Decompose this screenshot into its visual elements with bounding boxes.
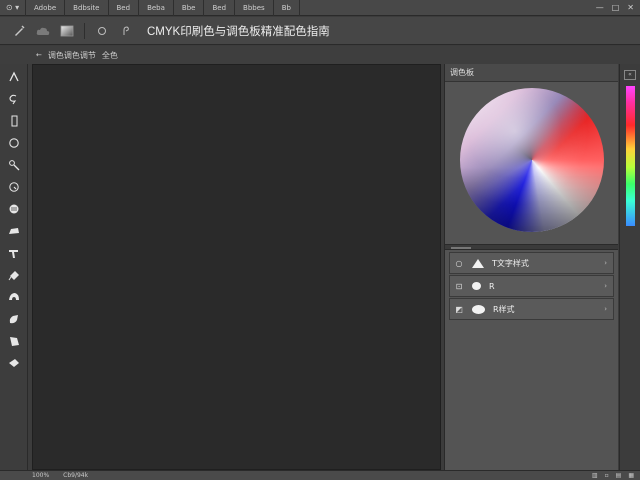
hand-tool-icon[interactable]: [3, 352, 25, 374]
trash-icon[interactable]: ▥: [592, 472, 598, 479]
magic-wand-tool-icon[interactable]: [3, 154, 25, 176]
layer-row[interactable]: ○ T文字样式 ›: [449, 252, 614, 274]
eraser-tool-icon[interactable]: [3, 242, 25, 264]
menu-item-2[interactable]: Bdbsite: [65, 0, 109, 16]
layer-name: R: [489, 281, 495, 291]
menu-item-1[interactable]: Adobe: [26, 0, 66, 16]
marquee-tool-icon[interactable]: [3, 110, 25, 132]
gradient-swatch-icon[interactable]: [60, 24, 74, 38]
settings-icon[interactable]: ▦: [628, 472, 634, 479]
rotate-icon[interactable]: [95, 24, 109, 38]
right-panel: 调色板 ○ T文字样式 › ⊡ R › ◩ R样式 ›: [444, 64, 618, 470]
back-arrow-icon[interactable]: ←: [36, 51, 42, 59]
dot-icon: [472, 282, 481, 290]
document-tab[interactable]: 调色调色调节: [48, 50, 96, 61]
dodge-tool-icon[interactable]: [3, 286, 25, 308]
menu-item-8[interactable]: Bb: [274, 0, 300, 16]
oval-icon: [472, 304, 485, 314]
cloud-icon[interactable]: [36, 24, 50, 38]
color-wheel[interactable]: [459, 88, 604, 232]
link-icon[interactable]: ⊡: [454, 282, 464, 291]
lasso-tool-icon[interactable]: [3, 88, 25, 110]
brush-icon[interactable]: [12, 24, 26, 38]
menu-item-7[interactable]: Bbbes: [235, 0, 274, 16]
menu-item-5[interactable]: Bbe: [174, 0, 205, 16]
chevron-right-icon[interactable]: ›: [604, 259, 607, 267]
menu-bar: ⊙ ▾ Adobe Bdbsite Bed Beba Bbe Bed Bbbes…: [0, 0, 640, 16]
close-button[interactable]: ✕: [627, 3, 634, 12]
folder-icon[interactable]: ▤: [616, 472, 622, 479]
adjust-icon[interactable]: ◩: [454, 305, 464, 314]
document-info: Cb9/94k: [63, 472, 89, 479]
move-tool-icon[interactable]: [3, 66, 25, 88]
visibility-icon[interactable]: ○: [454, 259, 464, 268]
options-bar: CMYK印刷色与调色板精准配色指南: [0, 17, 640, 45]
pen-tool-icon[interactable]: [3, 308, 25, 330]
shape-tool-icon[interactable]: [3, 330, 25, 352]
ellipse-tool-icon[interactable]: [3, 132, 25, 154]
app-menu-button[interactable]: ⊙ ▾: [0, 0, 26, 16]
pen-pressure-icon[interactable]: [119, 24, 133, 38]
status-icons: ▥ ▫ ▤ ▦: [592, 472, 640, 479]
chevron-right-icon[interactable]: ›: [604, 305, 607, 313]
zoom-level[interactable]: 100%: [32, 472, 49, 479]
triangle-icon: [472, 258, 484, 268]
document-canvas[interactable]: [32, 64, 441, 470]
document-tab-mode: 全色: [101, 50, 118, 60]
panel-grip: [451, 247, 471, 249]
chevron-right-icon[interactable]: ›: [604, 282, 607, 290]
minimize-button[interactable]: —: [596, 3, 604, 12]
hue-slider[interactable]: [625, 86, 635, 226]
color-wheel-shade: [459, 88, 604, 232]
color-picker-area: [445, 82, 618, 238]
window-controls: — □ ✕: [596, 3, 640, 12]
new-layer-icon[interactable]: ▫: [605, 472, 609, 479]
layer-row[interactable]: ⊡ R ›: [449, 275, 614, 297]
menu-item-4[interactable]: Beba: [139, 0, 174, 16]
separator: [84, 22, 85, 39]
crop-tool-icon[interactable]: [3, 176, 25, 198]
maximize-button[interactable]: □: [612, 3, 620, 12]
color-panel-title[interactable]: 调色板: [445, 64, 618, 82]
menu-item-3[interactable]: Bed: [109, 0, 140, 16]
layer-row[interactable]: ◩ R样式 ›: [449, 298, 614, 320]
tools-panel: [0, 64, 28, 470]
collapsed-panel-strip: «: [619, 64, 640, 470]
collapse-handle-icon[interactable]: «: [624, 70, 636, 80]
status-bar: 100% Cb9/94k ▥ ▫ ▤ ▦: [0, 470, 640, 480]
layer-name: T文字样式: [492, 258, 529, 268]
document-tab-bar: ← 调色调色调节 全色: [0, 46, 640, 64]
menu-item-6[interactable]: Bed: [204, 0, 236, 16]
brush-tool-icon[interactable]: [3, 220, 25, 242]
layer-name: R样式: [493, 304, 515, 314]
stamp-tool-icon[interactable]: [3, 198, 25, 220]
layers-list: ○ T文字样式 › ⊡ R › ◩ R样式 ›: [445, 250, 618, 323]
document-title: CMYK印刷色与调色板精准配色指南: [147, 25, 330, 38]
bucket-tool-icon[interactable]: [3, 264, 25, 286]
